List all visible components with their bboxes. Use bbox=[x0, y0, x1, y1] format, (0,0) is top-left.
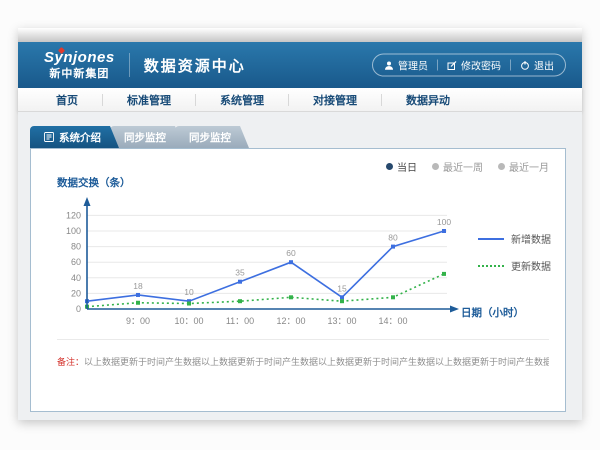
tab-label: 同步监控 bbox=[189, 130, 231, 145]
svg-text:13：00: 13：00 bbox=[327, 316, 356, 326]
svg-text:100: 100 bbox=[66, 226, 81, 236]
nav-item-0[interactable]: 首页 bbox=[32, 92, 102, 108]
svg-text:14：00: 14：00 bbox=[378, 316, 407, 326]
svg-text:20: 20 bbox=[71, 288, 81, 298]
app-window: Synjones 新中新集团 数据资源中心 管理员 bbox=[18, 28, 582, 420]
logo-subtext: 新中新集团 bbox=[44, 65, 115, 81]
svg-text:40: 40 bbox=[71, 273, 81, 283]
legend-item-0: 新增数据 bbox=[478, 231, 551, 246]
legend-label: 新增数据 bbox=[511, 231, 551, 246]
page-background: Synjones 新中新集团 数据资源中心 管理员 bbox=[0, 0, 600, 450]
svg-text:11：00: 11：00 bbox=[226, 316, 254, 326]
svg-text:100: 100 bbox=[437, 217, 451, 227]
logo: Synjones 新中新集团 bbox=[44, 50, 115, 81]
legend-label: 更新数据 bbox=[511, 258, 551, 273]
window-top-strip bbox=[18, 28, 582, 42]
logout-button[interactable]: 退出 bbox=[520, 58, 554, 73]
svg-text:15: 15 bbox=[337, 283, 347, 293]
svg-text:120: 120 bbox=[66, 210, 81, 220]
main-nav: 首页标准管理系统管理对接管理数据异动 bbox=[18, 88, 582, 112]
nav-item-1[interactable]: 标准管理 bbox=[103, 92, 195, 108]
x-axis-title: 日期（小时） bbox=[461, 305, 524, 320]
pill-separator bbox=[437, 60, 438, 71]
power-icon bbox=[520, 60, 530, 70]
legend-line-sample bbox=[478, 238, 504, 240]
svg-text:60: 60 bbox=[286, 248, 296, 258]
tab-0[interactable]: 系统介绍 bbox=[30, 126, 119, 148]
svg-text:0: 0 bbox=[76, 304, 81, 314]
legend-item-1: 更新数据 bbox=[478, 258, 551, 273]
tab-2[interactable]: 同步监控 bbox=[175, 126, 249, 148]
content-area: 系统介绍同步监控同步监控 当日最近一周最近一月 数据交换（条） 02040608… bbox=[18, 112, 582, 420]
note-text: 以上数据更新于时间产生数据以上数据更新于时间产生数据以上数据更新于时间产生数据以… bbox=[84, 357, 549, 367]
nav-item-4[interactable]: 数据异动 bbox=[382, 92, 474, 108]
user-icon bbox=[384, 60, 394, 70]
footer-note: 备注：以上数据更新于时间产生数据以上数据更新于时间产生数据以上数据更新于时间产生… bbox=[57, 339, 549, 368]
edit-icon bbox=[447, 60, 457, 70]
chart-panel: 当日最近一周最近一月 数据交换（条） 0204060801001209：0010… bbox=[30, 148, 566, 412]
app-header: Synjones 新中新集团 数据资源中心 管理员 bbox=[18, 42, 582, 88]
user-label: 管理员 bbox=[398, 58, 428, 73]
tab-1[interactable]: 同步监控 bbox=[110, 126, 184, 148]
change-password-button[interactable]: 修改密码 bbox=[447, 58, 501, 73]
user-menu[interactable]: 管理员 bbox=[384, 58, 428, 73]
document-icon bbox=[44, 132, 54, 142]
svg-text:10：00: 10：00 bbox=[174, 316, 203, 326]
svg-text:60: 60 bbox=[71, 257, 81, 267]
svg-text:80: 80 bbox=[71, 242, 81, 252]
nav-item-3[interactable]: 对接管理 bbox=[289, 92, 381, 108]
logo-text: Synjones bbox=[44, 50, 115, 65]
tab-bar: 系统介绍 同步监控 同步监控 bbox=[30, 126, 582, 148]
tab-label: 同步监控 bbox=[124, 130, 166, 145]
svg-text:9：00: 9：00 bbox=[126, 316, 150, 326]
svg-text:18: 18 bbox=[133, 281, 143, 291]
svg-text:35: 35 bbox=[235, 268, 245, 278]
logout-label: 退出 bbox=[534, 58, 554, 73]
user-actions-pill: 管理员 修改密码 退出 bbox=[372, 54, 566, 77]
nav-item-2[interactable]: 系统管理 bbox=[196, 92, 288, 108]
change-password-label: 修改密码 bbox=[461, 58, 501, 73]
svg-text:10: 10 bbox=[184, 287, 194, 297]
chart-legend: 新增数据更新数据 bbox=[478, 231, 551, 273]
svg-text:12：00: 12：00 bbox=[276, 316, 305, 326]
legend-line-sample bbox=[478, 265, 504, 267]
tab-label: 系统介绍 bbox=[59, 130, 101, 145]
pill-separator bbox=[510, 60, 511, 71]
note-prefix: 备注： bbox=[57, 357, 84, 367]
header-divider bbox=[129, 53, 130, 77]
page-title: 数据资源中心 bbox=[144, 55, 246, 76]
svg-text:80: 80 bbox=[388, 233, 398, 243]
